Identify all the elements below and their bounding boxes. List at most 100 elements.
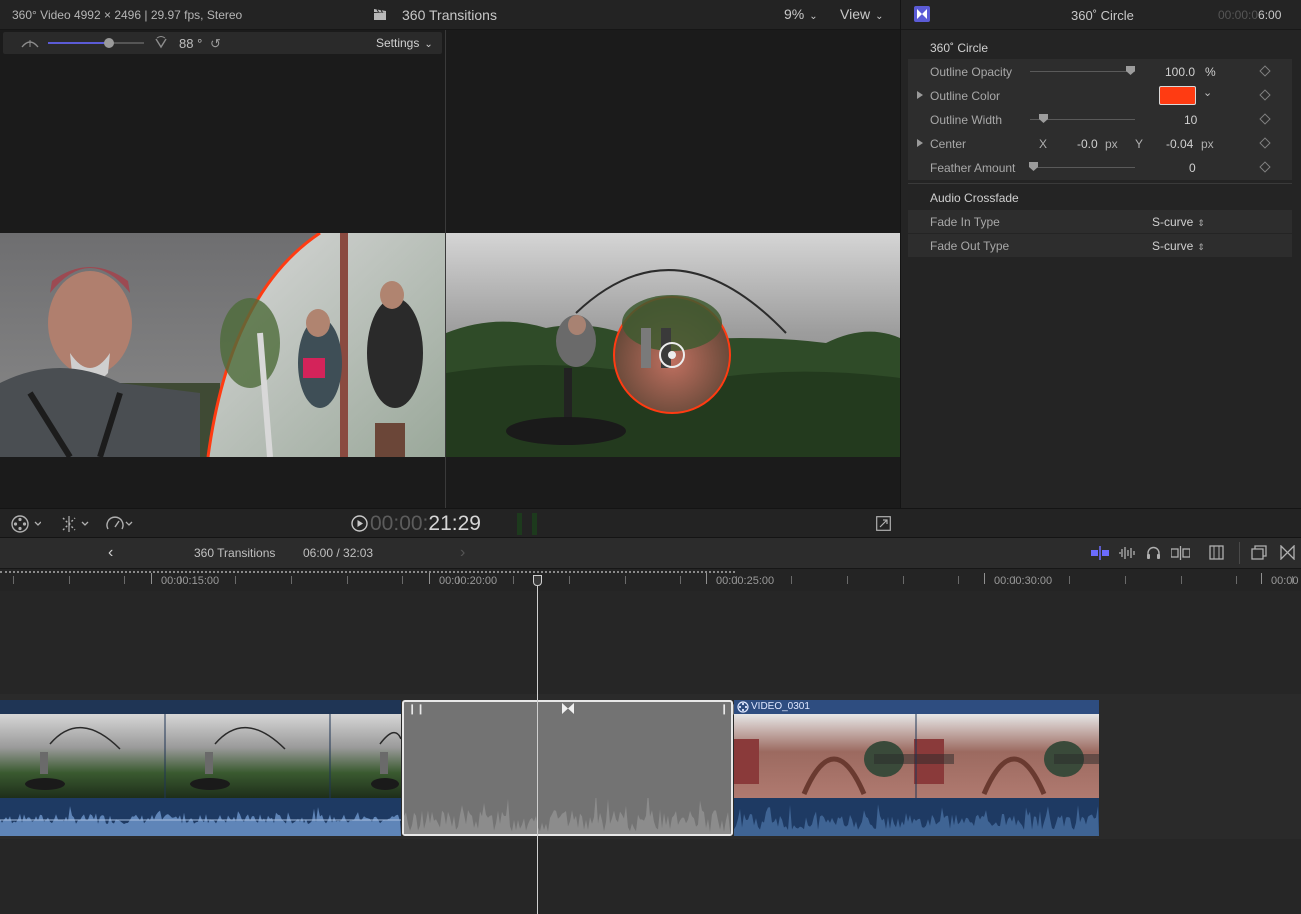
- keyframe-icon[interactable]: [1259, 65, 1271, 77]
- 360-badge-icon: [737, 701, 749, 713]
- param-label: Feather Amount: [930, 161, 1016, 175]
- ruler-tick: [791, 576, 792, 584]
- viewer-title: 360 Transitions: [402, 7, 497, 23]
- ruler-major-tick: [429, 573, 430, 584]
- center-x-unit: px: [1105, 137, 1118, 151]
- transition-360-circle[interactable]: ❙❙ ❙❙: [402, 700, 737, 836]
- timeline-ruler[interactable]: 00:00:15:00 00:00:20:00 00:00:25:00 00:0…: [0, 569, 1301, 591]
- snapping-icon[interactable]: [1171, 546, 1190, 560]
- viewer-controls-bar: 00:00:21:29: [0, 508, 1301, 538]
- transitions-browser-icon[interactable]: [1280, 545, 1295, 560]
- fov-slider-thumb[interactable]: [104, 38, 114, 48]
- view-menu[interactable]: View ⌄: [840, 6, 883, 22]
- ruler-tick: [847, 576, 848, 584]
- feather-value[interactable]: 0: [1189, 161, 1196, 175]
- 360-settings-icon[interactable]: [11, 515, 41, 533]
- ruler-tick: [680, 576, 681, 584]
- skimming-icon[interactable]: [1091, 546, 1109, 560]
- clapper-icon: [373, 8, 387, 21]
- ruler-tick: [1236, 576, 1237, 584]
- play-icon[interactable]: [351, 515, 368, 532]
- updown-chevron-icon: ⇕: [1197, 242, 1205, 252]
- clip-video-0301[interactable]: VIDEO_0301: [734, 700, 1099, 836]
- chevron-down-icon[interactable]: ⌄: [1203, 86, 1212, 99]
- inspector-panel: 360˚ Circle 00:00:06:00 360˚ Circle Outl…: [900, 0, 1301, 508]
- param-outline-opacity: Outline Opacity 100.0 %: [908, 60, 1292, 83]
- ruler-label: 00:00: [1271, 575, 1299, 587]
- keyframe-icon[interactable]: [1259, 137, 1271, 149]
- center-y-value[interactable]: -0.04: [1166, 137, 1193, 151]
- param-label: Center: [930, 137, 967, 151]
- back-chevron-icon[interactable]: ‹: [108, 544, 113, 562]
- opacity-slider[interactable]: [1030, 71, 1135, 72]
- ruler-tick: [13, 576, 14, 584]
- fullscreen-icon[interactable]: [876, 516, 891, 531]
- playhead[interactable]: [537, 575, 538, 914]
- speed-icon[interactable]: [106, 515, 136, 533]
- fade-out-value: S-curve: [1152, 239, 1194, 253]
- forward-chevron-icon[interactable]: ›: [460, 544, 465, 562]
- effects-browser-icon[interactable]: [1251, 545, 1267, 560]
- fade-in-popup[interactable]: S-curve ⇕: [1152, 215, 1205, 229]
- ruler-label: 00:00:20:00: [439, 575, 498, 587]
- param-label: Fade Out Type: [930, 239, 1010, 253]
- param-label: Outline Opacity: [930, 65, 1013, 79]
- updown-chevron-icon: ⇕: [1197, 218, 1205, 228]
- narrow-fov-icon: [153, 36, 169, 49]
- audio-meter-left: [517, 513, 522, 535]
- zoom-menu[interactable]: 9% ⌄: [784, 6, 818, 22]
- viewer-360-image[interactable]: [0, 233, 445, 457]
- transition-icon: [914, 6, 930, 22]
- param-label: Fade In Type: [930, 215, 1000, 229]
- disclosure-triangle-icon[interactable]: [917, 139, 923, 147]
- fade-out-popup[interactable]: S-curve ⇕: [1152, 239, 1205, 253]
- ruler-tick: [1069, 576, 1070, 584]
- playhead-handle[interactable]: [533, 575, 542, 586]
- ruler-tick: [1125, 576, 1126, 584]
- trim-handle-left-icon[interactable]: ❙❙: [408, 704, 425, 715]
- param-center: Center X -0.0 px Y -0.04 px: [908, 132, 1292, 155]
- width-slider-thumb[interactable]: [1039, 114, 1048, 123]
- inspector-title: 360˚ Circle: [1071, 8, 1134, 23]
- ruler-tick: [903, 576, 904, 584]
- headphones-icon[interactable]: [1146, 545, 1161, 560]
- ruler-tick: [124, 576, 125, 584]
- clip-left[interactable]: [0, 700, 401, 836]
- param-fade-in-type: Fade In Type S-curve ⇕: [908, 210, 1292, 233]
- param-outline-color: Outline Color ⌄: [908, 84, 1292, 107]
- feather-slider-thumb[interactable]: [1029, 162, 1038, 171]
- opacity-value[interactable]: 100.0: [1165, 65, 1195, 79]
- clip-header: VIDEO_0301: [734, 700, 1099, 714]
- outline-color-swatch[interactable]: [1159, 86, 1196, 105]
- keyframe-icon[interactable]: [1259, 89, 1271, 101]
- keyframe-icon[interactable]: [1259, 161, 1271, 173]
- disclosure-triangle-icon[interactable]: [917, 91, 923, 99]
- clip-appearance-icon[interactable]: [1209, 545, 1224, 560]
- section-title-circle: 360˚ Circle: [930, 41, 989, 55]
- ruler-tick: [569, 576, 570, 584]
- equirect-image[interactable]: [446, 233, 900, 457]
- ruler-label: 00:00:15:00: [161, 575, 220, 587]
- clip-right-waveform: [734, 798, 1099, 836]
- ruler-tick: [958, 576, 959, 584]
- param-feather-amount: Feather Amount 0: [908, 156, 1292, 179]
- opacity-slider-thumb[interactable]: [1126, 66, 1135, 75]
- chevron-down-icon: ⌄: [424, 39, 433, 50]
- reset-icon[interactable]: ↺: [210, 36, 221, 52]
- ruler-tick: [1181, 576, 1182, 584]
- center-x-value[interactable]: -0.0: [1077, 137, 1098, 151]
- equirectangular-viewer: [446, 30, 900, 508]
- clip-right-filmstrip: [734, 714, 1099, 798]
- playhead-timecode[interactable]: 00:00:21:29: [370, 512, 481, 536]
- param-label: Outline Color: [930, 89, 1001, 103]
- audio-meter-right: [532, 513, 537, 535]
- clip-name: VIDEO_0301: [751, 701, 810, 712]
- settings-menu[interactable]: Settings ⌄: [376, 36, 433, 50]
- transform-tool-icon[interactable]: [60, 515, 92, 533]
- width-value[interactable]: 10: [1184, 113, 1197, 127]
- keyframe-icon[interactable]: [1259, 113, 1271, 125]
- feather-slider[interactable]: [1030, 167, 1135, 168]
- audio-skimming-icon[interactable]: [1118, 546, 1136, 560]
- center-y-unit: px: [1201, 137, 1214, 151]
- inspector-timecode-dim: 00:00:0: [1218, 8, 1259, 22]
